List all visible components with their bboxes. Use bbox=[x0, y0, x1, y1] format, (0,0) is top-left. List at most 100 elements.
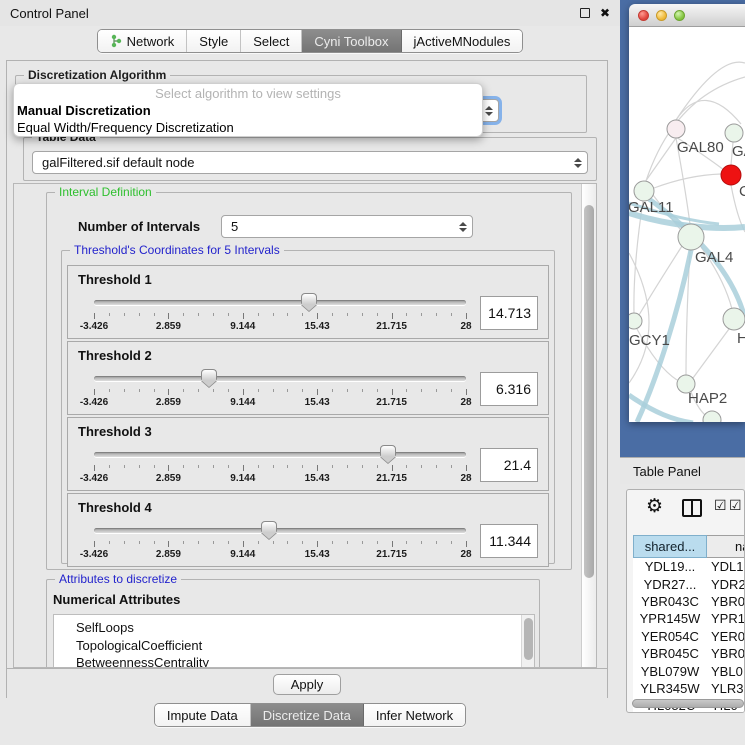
table-row[interactable]: YDL19...YDL1 bbox=[633, 558, 745, 575]
slider-thumb[interactable] bbox=[261, 521, 277, 532]
table-row[interactable]: YLR345WYLR3 bbox=[633, 680, 745, 697]
close-panel-icon[interactable]: ✖ bbox=[600, 8, 610, 18]
threshold-value-field[interactable]: 6.316 bbox=[480, 372, 538, 406]
threshold-value-field[interactable]: 21.4 bbox=[480, 448, 538, 482]
settings-vertical-scrollbar[interactable] bbox=[581, 184, 596, 667]
slider-track[interactable] bbox=[94, 300, 466, 305]
slider-major-tick bbox=[317, 541, 318, 547]
combo-stepper-icon bbox=[459, 216, 467, 237]
slider-minor-tick bbox=[347, 465, 348, 468]
node-label: C bbox=[739, 183, 745, 200]
slider-track[interactable] bbox=[94, 376, 466, 381]
table-row[interactable]: YBL079WYBL0 bbox=[633, 662, 745, 679]
tab-jactivemnodules[interactable]: jActiveMNodules bbox=[402, 30, 523, 52]
table-cell: YBR043C bbox=[633, 594, 707, 609]
threshold-slider[interactable]: -3.4262.8599.14415.4321.71528 bbox=[94, 521, 466, 561]
threshold-value-field[interactable]: 11.344 bbox=[480, 524, 538, 558]
dropdown-item-manual-discretization[interactable]: Manual Discretization bbox=[14, 102, 482, 119]
bottom-tab-row: Impute Data Discretize Data Infer Networ… bbox=[0, 703, 620, 731]
attribute-list-item[interactable]: TopologicalCoefficient bbox=[54, 637, 534, 655]
attribute-list-item[interactable]: BetweennessCentrality bbox=[54, 654, 534, 668]
slider-thumb[interactable] bbox=[380, 445, 396, 456]
slider-major-tick bbox=[168, 541, 169, 547]
float-panel-icon[interactable] bbox=[580, 8, 590, 18]
slider-track[interactable] bbox=[94, 452, 466, 457]
slider-minor-tick bbox=[421, 541, 422, 544]
table-row[interactable]: YBR045CYBR0 bbox=[633, 645, 745, 662]
slider-minor-tick bbox=[258, 541, 259, 544]
slider-major-tick bbox=[392, 465, 393, 471]
columns-icon[interactable] bbox=[682, 499, 702, 517]
slider-minor-tick bbox=[258, 465, 259, 468]
tab-infer-network[interactable]: Infer Network bbox=[364, 704, 465, 726]
close-window-icon[interactable] bbox=[638, 10, 649, 21]
table-row[interactable]: YER054CYER0 bbox=[633, 628, 745, 645]
threshold-slider[interactable]: -3.4262.8599.14415.4321.71528 bbox=[94, 369, 466, 409]
table-data-combobox[interactable]: galFiltered.sif default node bbox=[32, 151, 588, 174]
slider-thumb[interactable] bbox=[301, 293, 317, 304]
minimize-window-icon[interactable] bbox=[656, 10, 667, 21]
slider-major-tick bbox=[392, 313, 393, 319]
gear-icon[interactable]: ⚙ bbox=[646, 495, 663, 517]
node-gal11[interactable] bbox=[634, 181, 654, 201]
attributes-scrollbar-thumb[interactable] bbox=[524, 618, 533, 660]
network-edge[interactable] bbox=[693, 329, 729, 378]
threshold-label: Threshold 4 bbox=[78, 500, 540, 515]
tab-network[interactable]: Network bbox=[98, 30, 188, 52]
tab-impute-data[interactable]: Impute Data bbox=[155, 704, 251, 726]
select-all-checkbox-icon[interactable]: ☑ bbox=[714, 498, 727, 514]
network-edge[interactable] bbox=[645, 138, 676, 182]
slider-minor-tick bbox=[139, 465, 140, 468]
slider-major-tick bbox=[317, 389, 318, 395]
threshold-slider[interactable]: -3.4262.8599.14415.4321.71528 bbox=[94, 445, 466, 485]
slider-track[interactable] bbox=[94, 528, 466, 533]
slider-major-tick bbox=[317, 465, 318, 471]
attribute-list-item[interactable]: SelfLoops bbox=[54, 619, 534, 637]
apply-button[interactable]: Apply bbox=[273, 674, 342, 695]
zoom-window-icon[interactable] bbox=[674, 10, 685, 21]
tab-discretize-data[interactable]: Discretize Data bbox=[251, 704, 364, 726]
network-edge[interactable] bbox=[654, 174, 721, 188]
table-panel-titlebar: Table Panel bbox=[620, 457, 745, 484]
table-horizontal-scrollbar-thumb[interactable] bbox=[632, 699, 744, 708]
number-of-intervals-combobox[interactable]: 5 bbox=[221, 215, 473, 238]
attributes-scrollbar[interactable] bbox=[521, 615, 534, 668]
slider-minor-tick bbox=[139, 313, 140, 316]
slider-minor-tick bbox=[347, 389, 348, 392]
node-right[interactable] bbox=[723, 308, 745, 330]
tab-cyni-toolbox[interactable]: Cyni Toolbox bbox=[302, 30, 401, 52]
network-canvas[interactable]: GAL80GACGAL11GAL4GCY1HHAP2 bbox=[629, 27, 745, 422]
table-row[interactable]: YDR27...YDR2 bbox=[633, 575, 745, 592]
tab-label: Select bbox=[253, 34, 289, 49]
slider-tick-label: 28 bbox=[460, 473, 471, 484]
node-top-right[interactable] bbox=[725, 124, 743, 142]
node-gal4[interactable] bbox=[678, 224, 704, 250]
slider-tick-label: 21.715 bbox=[376, 473, 407, 484]
table-row[interactable]: YPR145WYPR1 bbox=[633, 610, 745, 627]
numerical-attributes-list[interactable]: SelfLoopsTopologicalCoefficientBetweenne… bbox=[53, 614, 535, 668]
threshold-value-field[interactable]: 14.713 bbox=[480, 296, 538, 330]
slider-major-tick bbox=[392, 541, 393, 547]
slider-minor-tick bbox=[421, 465, 422, 468]
apply-row: Apply bbox=[7, 668, 607, 699]
slider-minor-tick bbox=[213, 465, 214, 468]
slider-tick-label: 15.43 bbox=[305, 321, 330, 332]
node-bottom[interactable] bbox=[703, 411, 721, 422]
table-row[interactable]: YBR043CYBR0 bbox=[633, 593, 745, 610]
slider-tick-label: 15.43 bbox=[305, 397, 330, 408]
tab-style[interactable]: Style bbox=[187, 30, 241, 52]
slider-minor-tick bbox=[377, 389, 378, 392]
slider-minor-tick bbox=[124, 389, 125, 392]
column-header-name[interactable]: na bbox=[707, 535, 745, 558]
settings-scrollbar-thumb[interactable] bbox=[584, 205, 594, 578]
node-gcy1[interactable] bbox=[629, 313, 642, 329]
slider-thumb[interactable] bbox=[201, 369, 217, 380]
checkbox-icon[interactable]: ☑ bbox=[729, 498, 742, 514]
threshold-slider[interactable]: -3.4262.8599.14415.4321.71528 bbox=[94, 293, 466, 333]
node-gal80[interactable] bbox=[667, 120, 685, 138]
tab-select[interactable]: Select bbox=[241, 30, 302, 52]
node-selected-red[interactable] bbox=[721, 165, 741, 185]
column-header-shared-name[interactable]: shared... bbox=[633, 535, 707, 558]
dropdown-item-equal-width-frequency[interactable]: Equal Width/Frequency Discretization bbox=[14, 119, 482, 136]
tab-label: Impute Data bbox=[167, 708, 238, 723]
